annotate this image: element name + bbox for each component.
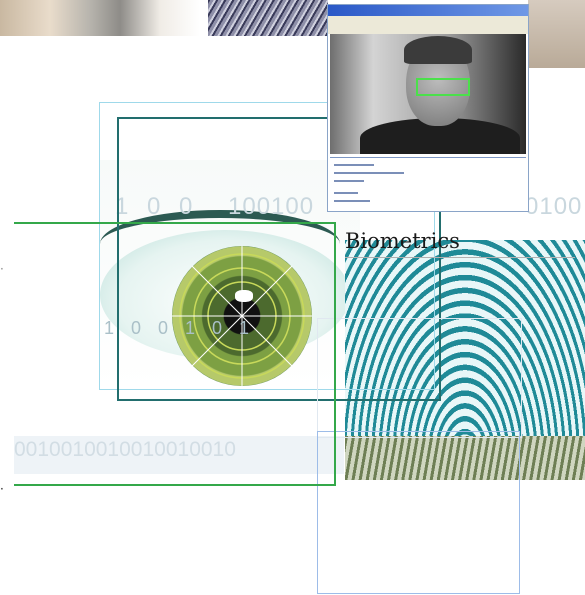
hand-photo-strip xyxy=(0,0,200,36)
light-frame xyxy=(317,318,522,438)
binary-digits-bottom: 0010010010010010010 xyxy=(14,438,236,461)
green-line-top xyxy=(14,222,336,224)
biometrics-title: Biometrics xyxy=(345,229,460,253)
blue-frame xyxy=(317,431,520,594)
green-line-vertical xyxy=(334,222,336,486)
green-line-bottom xyxy=(14,484,336,486)
window-titlebar[interactable] xyxy=(328,5,528,16)
fingerprint-photo-strip xyxy=(208,0,328,36)
person-hair xyxy=(404,36,472,64)
title-underline xyxy=(345,257,575,258)
edge-fragment: · xyxy=(0,482,4,496)
binary-digits-right: 0100 xyxy=(525,193,583,220)
detection-log xyxy=(330,157,526,210)
eye-detection-box xyxy=(416,78,470,96)
edge-fragment: · xyxy=(0,262,4,276)
face-detection-window xyxy=(327,4,529,212)
corner-photo xyxy=(528,0,585,68)
window-toolbar xyxy=(328,16,528,34)
webcam-video-frame xyxy=(330,34,526,154)
